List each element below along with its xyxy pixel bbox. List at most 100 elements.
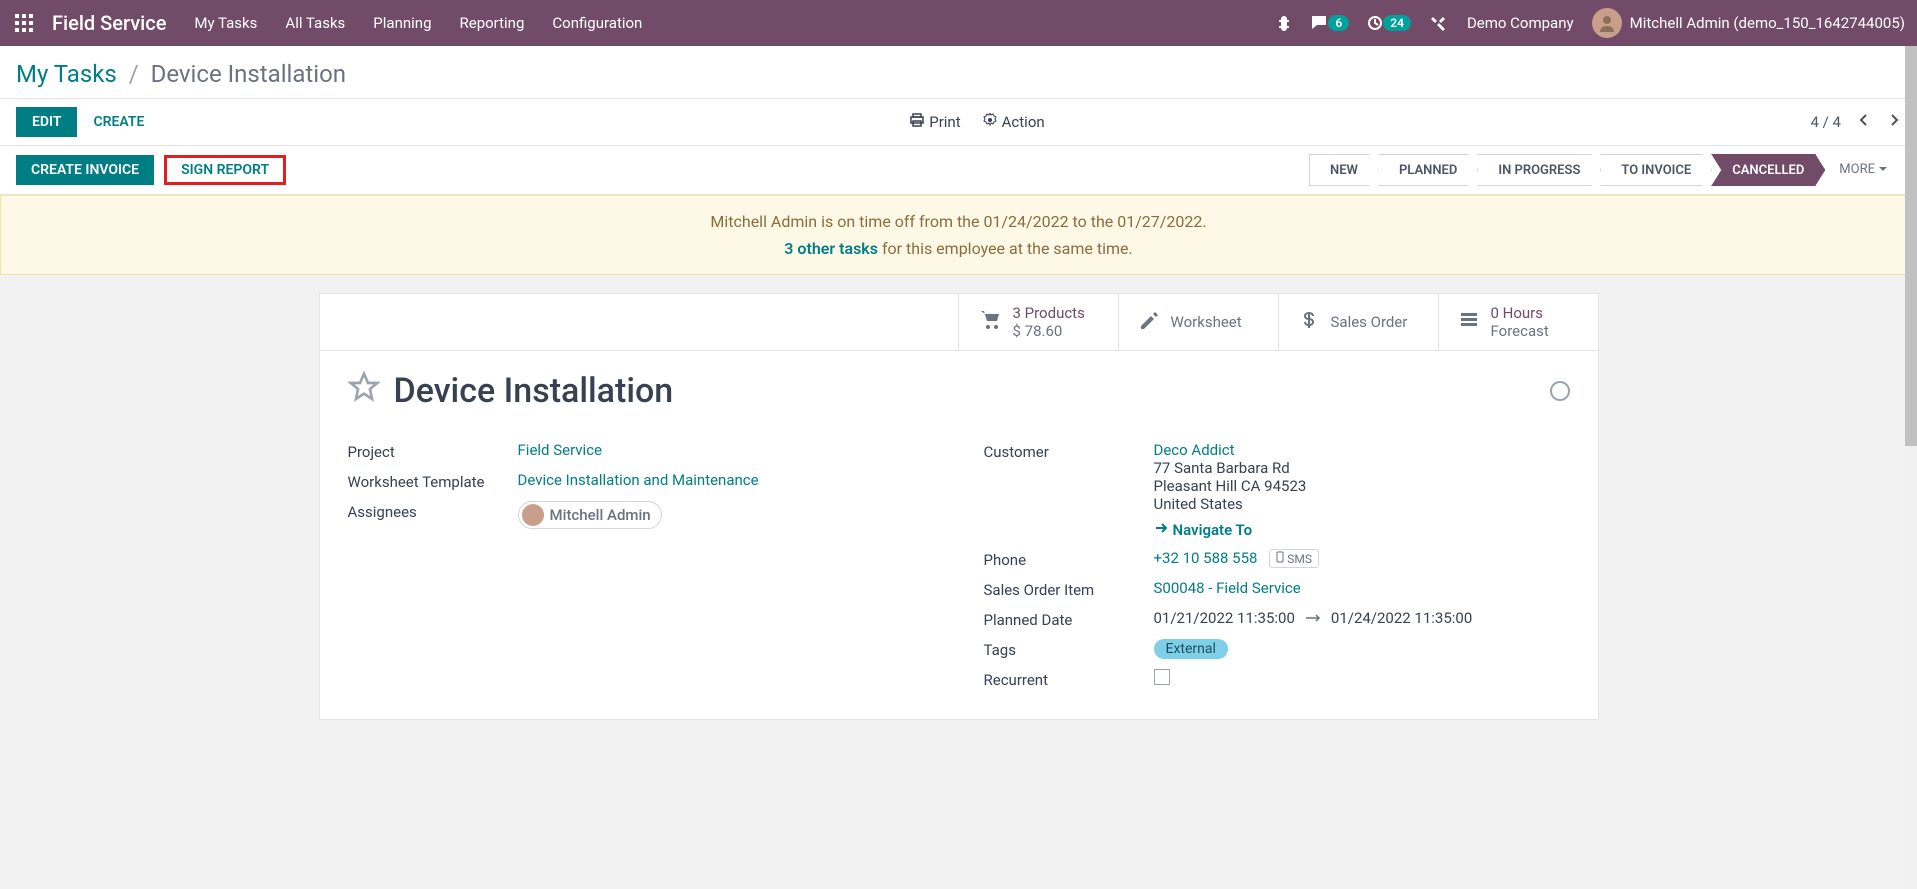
project-value[interactable]: Field Service xyxy=(518,441,934,459)
banner-line2: 3 other tasks for this employee at the s… xyxy=(17,239,1900,258)
user-menu[interactable]: Mitchell Admin (demo_150_1642744005) xyxy=(1592,8,1905,38)
breadcrumb-parent[interactable]: My Tasks xyxy=(16,60,117,88)
status-left: CREATE INVOICE SIGN REPORT xyxy=(16,155,286,185)
stat-worksheet[interactable]: Worksheet xyxy=(1118,294,1278,350)
nav-configuration[interactable]: Configuration xyxy=(552,14,642,32)
sms-button[interactable]: SMS xyxy=(1269,549,1319,568)
breadcrumb-sep: / xyxy=(129,60,139,88)
messaging-icon[interactable]: 6 xyxy=(1312,15,1349,31)
phone-label: Phone xyxy=(984,549,1154,569)
top-nav: Field Service My Tasks All Tasks Plannin… xyxy=(0,0,1917,46)
task-title: Device Installation xyxy=(394,371,674,411)
arrow-icon xyxy=(1305,609,1321,627)
pencil-icon xyxy=(1139,310,1159,335)
breadcrumb-bar: My Tasks / Device Installation xyxy=(0,46,1917,99)
pager-next[interactable] xyxy=(1887,113,1901,131)
nav-planning[interactable]: Planning xyxy=(373,14,431,32)
planned-label: Planned Date xyxy=(984,609,1154,629)
sign-report-button[interactable]: SIGN REPORT xyxy=(164,155,286,185)
status-to-invoice[interactable]: TO INVOICE xyxy=(1600,154,1712,186)
form-body: Device Installation Project Field Servic… xyxy=(320,351,1598,719)
nav-my-tasks[interactable]: My Tasks xyxy=(194,14,257,32)
chip-avatar-icon xyxy=(522,504,544,526)
stat-sales-order[interactable]: Sales Order xyxy=(1278,294,1438,350)
control-row: EDIT CREATE Print Action 4 / 4 xyxy=(0,99,1917,146)
customer-label: Customer xyxy=(984,441,1154,461)
company-switcher[interactable]: Demo Company xyxy=(1467,14,1574,32)
action-label: Action xyxy=(1002,113,1045,131)
chat-count: 6 xyxy=(1328,15,1349,31)
nav-all-tasks[interactable]: All Tasks xyxy=(285,14,345,32)
recurrent-label: Recurrent xyxy=(984,669,1154,689)
fields-grid: Project Field Service Worksheet Template… xyxy=(348,441,1570,699)
addr-line3: United States xyxy=(1154,495,1570,513)
planned-to: 01/24/2022 11:35:00 xyxy=(1331,609,1472,627)
tools-icon[interactable] xyxy=(1429,13,1449,33)
control-right: 4 / 4 xyxy=(1810,113,1901,131)
create-invoice-button[interactable]: CREATE INVOICE xyxy=(16,155,154,185)
addr-line2: Pleasant Hill CA 94523 xyxy=(1154,477,1570,495)
stat-products-line2: $ 78.60 xyxy=(1013,322,1085,340)
nav-reporting[interactable]: Reporting xyxy=(460,14,525,32)
print-icon xyxy=(910,113,924,131)
stat-forecast-line2: Forecast xyxy=(1491,322,1549,340)
apps-icon[interactable] xyxy=(12,11,36,35)
print-dropdown[interactable]: Print xyxy=(910,113,960,131)
tasks-icon xyxy=(1459,310,1479,335)
addr-line1: 77 Santa Barbara Rd xyxy=(1154,459,1570,477)
nav-right: 6 24 Demo Company Mitchell Admin (demo_1… xyxy=(1274,8,1905,38)
status-new[interactable]: NEW xyxy=(1309,154,1379,186)
soi-label: Sales Order Item xyxy=(984,579,1154,599)
gear-icon xyxy=(983,113,997,131)
brand-title: Field Service xyxy=(52,11,166,35)
project-label: Project xyxy=(348,441,518,461)
stat-forecast[interactable]: 0 Hours Forecast xyxy=(1438,294,1598,350)
navigate-link[interactable]: Navigate To xyxy=(1154,521,1570,539)
dollar-icon xyxy=(1299,310,1319,335)
status-bar: CREATE INVOICE SIGN REPORT NEW PLANNED I… xyxy=(0,146,1917,195)
status-cancelled[interactable]: CANCELLED xyxy=(1711,154,1825,186)
action-dropdown[interactable]: Action xyxy=(983,113,1045,131)
phone-value[interactable]: +32 10 588 558 xyxy=(1154,549,1258,567)
assignees-label: Assignees xyxy=(348,501,518,521)
recurrent-checkbox[interactable] xyxy=(1154,669,1170,685)
status-in-progress[interactable]: IN PROGRESS xyxy=(1477,154,1601,186)
stat-worksheet-label: Worksheet xyxy=(1171,313,1242,331)
customer-name[interactable]: Deco Addict xyxy=(1154,441,1570,459)
soi-value[interactable]: S00048 - Field Service xyxy=(1154,579,1570,597)
status-steps: NEW PLANNED IN PROGRESS TO INVOICE CANCE… xyxy=(1310,154,1901,186)
tag-external[interactable]: External xyxy=(1154,639,1228,659)
edit-button[interactable]: EDIT xyxy=(16,107,77,137)
title-row: Device Installation xyxy=(348,371,1570,411)
banner-line1: Mitchell Admin is on time off from the 0… xyxy=(17,212,1900,231)
scrollbar-thumb[interactable] xyxy=(1905,46,1917,446)
bug-icon[interactable] xyxy=(1274,13,1294,33)
assignee-chip[interactable]: Mitchell Admin xyxy=(518,501,662,529)
star-icon[interactable] xyxy=(348,371,380,411)
status-planned[interactable]: PLANNED xyxy=(1378,154,1478,186)
tags-label: Tags xyxy=(984,639,1154,659)
control-left: EDIT CREATE xyxy=(16,107,144,137)
banner-tasks-link[interactable]: 3 other tasks xyxy=(784,239,878,258)
breadcrumb: My Tasks / Device Installation xyxy=(16,60,1901,88)
status-more[interactable]: MORE xyxy=(1825,154,1901,186)
scrollbar[interactable] xyxy=(1905,46,1917,889)
planned-from: 01/21/2022 11:35:00 xyxy=(1154,609,1295,627)
activity-count: 24 xyxy=(1383,15,1411,31)
kanban-state-button[interactable] xyxy=(1550,381,1570,401)
print-label: Print xyxy=(929,113,960,131)
stat-forecast-line1: 0 Hours xyxy=(1491,304,1549,322)
stat-products[interactable]: 3 Products $ 78.60 xyxy=(958,294,1118,350)
cart-icon xyxy=(979,309,1001,336)
activity-icon[interactable]: 24 xyxy=(1367,15,1411,31)
pager-prev[interactable] xyxy=(1857,113,1871,131)
right-column: Customer Deco Addict 77 Santa Barbara Rd… xyxy=(984,441,1570,699)
avatar-icon xyxy=(1592,8,1622,38)
form-sheet: 3 Products $ 78.60 Worksheet Sales Order xyxy=(319,293,1599,720)
stat-sales-order-label: Sales Order xyxy=(1331,313,1408,331)
create-button[interactable]: CREATE xyxy=(93,114,144,130)
template-value[interactable]: Device Installation and Maintenance xyxy=(518,471,934,489)
banner-text2: for this employee at the same time. xyxy=(878,239,1133,258)
stat-products-line1: 3 Products xyxy=(1013,304,1085,322)
template-label: Worksheet Template xyxy=(348,471,518,491)
